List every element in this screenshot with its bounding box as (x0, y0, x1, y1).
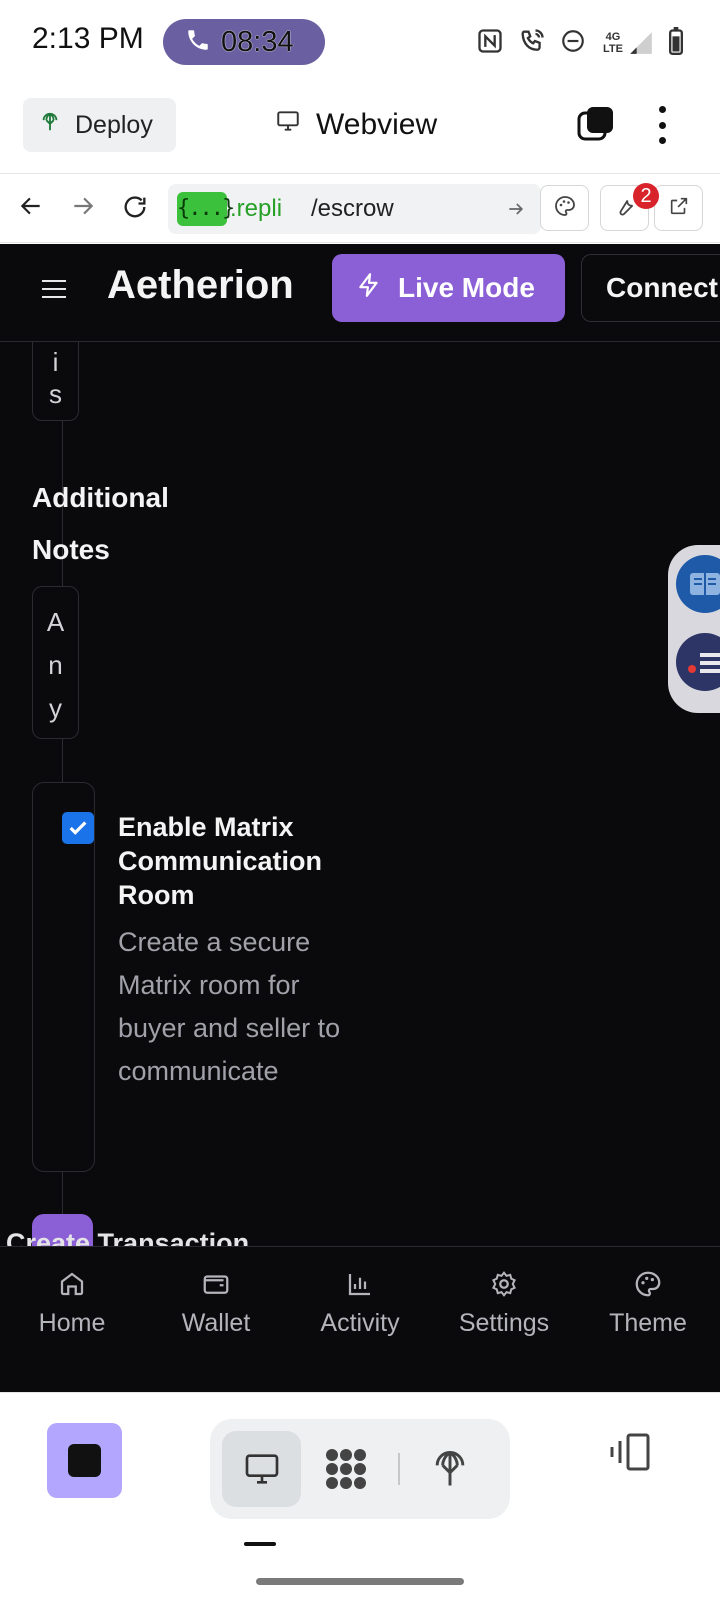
escrow-form: i s Additional Notes A n y Enable Matrix… (0, 342, 720, 1264)
deploy-icon (39, 110, 61, 141)
activity-icon (348, 1274, 370, 1296)
deploy-label: Deploy (75, 110, 153, 139)
url-path: /escrow (311, 195, 394, 222)
additional-notes-input[interactable]: A n y (32, 586, 79, 739)
divider (398, 1453, 400, 1485)
stop-icon (68, 1444, 101, 1477)
stop-button[interactable] (47, 1423, 122, 1498)
deploy-button[interactable]: Deploy (23, 98, 176, 152)
text-field-partial[interactable]: i s (32, 342, 79, 421)
palette-icon (635, 1271, 661, 1297)
field-char: s (49, 379, 62, 409)
floating-side-widget[interactable] (668, 545, 720, 713)
monitor-icon (274, 108, 302, 142)
additional-notes-label: Additional Notes (32, 482, 169, 565)
more-options-icon[interactable] (652, 106, 672, 144)
live-mode-button[interactable]: Live Mode (332, 254, 565, 322)
workspace-button[interactable] (322, 1445, 370, 1498)
devtools-count-badge: 2 (633, 183, 659, 209)
palette-icon (553, 194, 577, 223)
matrix-room-checkbox[interactable] (62, 812, 94, 844)
split-view-button[interactable] (608, 1433, 656, 1478)
webview-tab-title[interactable]: Webview (274, 108, 437, 142)
app-header: Aetherion Live Mode Connect (0, 244, 720, 342)
nav-activity[interactable]: Activity (288, 1247, 432, 1370)
connect-wallet-button[interactable]: Connect (581, 254, 720, 322)
nav-settings-label: Settings (458, 1309, 550, 1337)
url-host: .repli (230, 195, 283, 222)
tabs-switcher-icon[interactable] (576, 104, 616, 149)
replit-bottom-toolbar (0, 1392, 720, 1546)
theme-picker-button[interactable] (540, 185, 589, 231)
do-not-disturb-icon (560, 28, 586, 59)
url-bar: {...} .repli /escrow (0, 175, 720, 243)
repl-badge: {...} (177, 192, 235, 226)
list-icon[interactable] (676, 633, 720, 691)
active-indicator (244, 1542, 276, 1546)
nav-home-label: Home (38, 1309, 106, 1337)
bottom-navigation: Home Wallet Activity Settings Theme (0, 1246, 720, 1370)
home-indicator[interactable] (256, 1578, 464, 1585)
workspace-icon (326, 1449, 366, 1489)
wifi-calling-icon (518, 27, 546, 60)
nav-theme-label: Theme (609, 1309, 687, 1337)
webview-title-text: Webview (316, 108, 438, 141)
lte-signal-icon: 4G LTE (600, 30, 654, 56)
status-bar: 2:13 PM 08:34 4G LTE (0, 0, 720, 82)
view-switcher (210, 1419, 510, 1519)
matrix-room-description: Create a secure Matrix room for buyer an… (118, 927, 341, 1086)
nav-wallet[interactable]: Wallet (144, 1247, 288, 1370)
nav-wallet-label: Wallet (181, 1309, 251, 1337)
settings-icon (492, 1271, 516, 1297)
nav-settings[interactable]: Settings (432, 1247, 576, 1370)
webview-content: Aetherion Live Mode Connect i s Addition… (0, 244, 720, 1392)
nav-home[interactable]: Home (0, 1247, 144, 1370)
home-icon (60, 1272, 84, 1296)
status-time: 2:13 PM (32, 22, 144, 55)
external-link-icon (668, 195, 690, 222)
placeholder-char: A (46, 607, 65, 637)
reload-icon[interactable] (121, 193, 149, 226)
status-icons: 4G LTE (476, 26, 684, 60)
replit-top-bar: Deploy Webview (0, 82, 720, 174)
monitor-icon (245, 1454, 278, 1484)
webview-view-button[interactable] (222, 1431, 301, 1507)
placeholder-char: y (49, 693, 62, 723)
matrix-room-title: Enable Matrix Communication Room (118, 812, 323, 910)
book-icon[interactable] (676, 555, 720, 613)
phone-icon (185, 27, 211, 58)
nav-activity-label: Activity (320, 1309, 400, 1337)
placeholder-char: n (48, 650, 63, 680)
back-arrow-icon[interactable] (18, 193, 44, 224)
lightning-icon (356, 271, 382, 306)
deploy-view-button[interactable] (428, 1447, 472, 1496)
wallet-icon (203, 1275, 229, 1294)
live-mode-label: Live Mode (398, 272, 535, 303)
deploy-icon (435, 1451, 465, 1486)
brand-logo-text: Aetherion (107, 263, 294, 307)
menu-icon[interactable] (42, 280, 66, 298)
forward-arrow-icon[interactable] (70, 193, 96, 224)
checkmark-icon (69, 821, 87, 835)
url-field[interactable]: {...} .repli /escrow (168, 184, 541, 234)
battery-icon (668, 26, 684, 60)
call-timer: 08:34 (221, 25, 294, 58)
ongoing-call-pill[interactable]: 08:34 (163, 19, 325, 65)
nfc-icon (476, 27, 504, 60)
split-view-icon (610, 1433, 650, 1471)
nav-theme[interactable]: Theme (576, 1247, 720, 1370)
go-arrow-icon[interactable] (506, 199, 526, 224)
open-external-button[interactable] (654, 185, 703, 231)
